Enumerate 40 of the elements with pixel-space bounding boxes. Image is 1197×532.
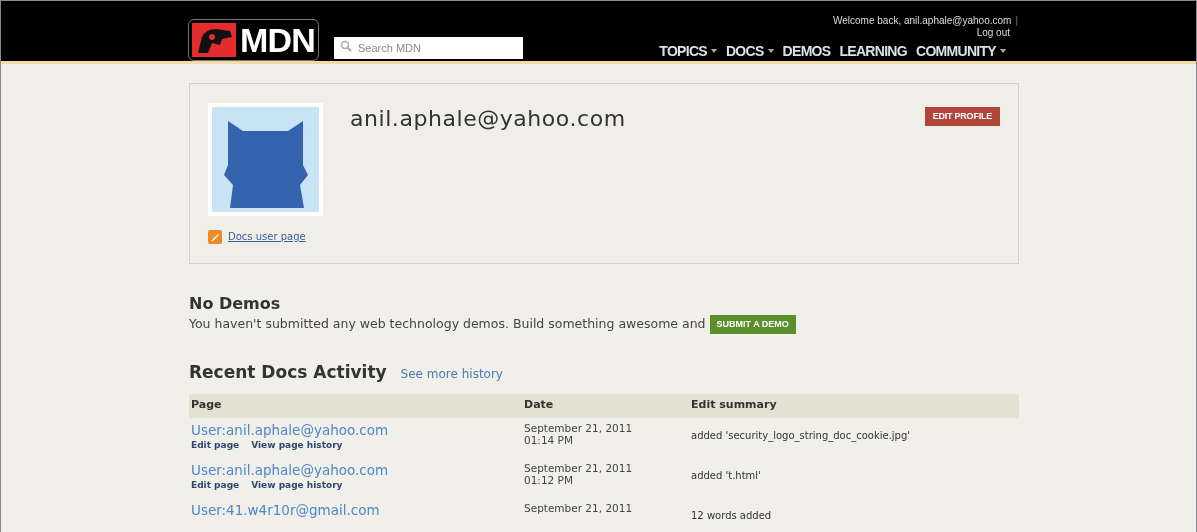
caret-icon <box>710 49 717 53</box>
date-text: 01:12 PM <box>524 473 573 486</box>
edit-summary-text: added 't.html' <box>691 469 761 481</box>
pencil-icon <box>208 229 222 244</box>
search-field[interactable]: Search MDN <box>334 37 523 59</box>
action-link[interactable]: Edit page <box>191 438 240 451</box>
edit-profile-button[interactable]: EDIT PROFILE <box>924 107 1000 126</box>
dinosaur-icon <box>192 23 236 57</box>
date-text: 01:14 PM <box>524 433 573 446</box>
column-header: Date <box>524 398 554 412</box>
action-link[interactable]: View page history <box>251 438 343 451</box>
logout-link[interactable]: Log out <box>976 27 1010 39</box>
docs-user-page-link[interactable]: Docs user page <box>228 229 306 244</box>
column-header: Edit summary <box>691 398 777 412</box>
edit-summary-text: added 'security_logo_string_doc_cookie.jpg' <box>691 429 911 441</box>
caret-icon <box>1000 49 1006 53</box>
nav-link[interactable]: TOPICS <box>659 43 717 59</box>
action-link[interactable]: View page history <box>251 478 343 491</box>
date-text: September 21, 2011 <box>524 501 633 514</box>
no-demos-text: You haven't submitted any web technology demos. Build something awesome and <box>189 315 706 334</box>
separator-text: | <box>1015 15 1018 27</box>
column-header: Page <box>191 398 222 412</box>
profile-name: anil.aphale@yahoo.com <box>350 105 626 133</box>
section-heading: Recent Docs Activity <box>189 361 387 384</box>
action-link[interactable]: Edit page <box>191 478 240 491</box>
search-icon <box>340 40 352 52</box>
nav-link[interactable]: DOCS <box>725 43 774 59</box>
caret-icon <box>767 49 774 53</box>
edit-summary-text: 12 words added <box>691 509 772 521</box>
mdn-logo[interactable]: MDN <box>188 19 319 61</box>
date-text: September 21, 2011 <box>524 421 633 434</box>
nav-link[interactable]: DEMOS <box>782 43 831 59</box>
date-text: September 21, 2011 <box>524 461 633 474</box>
nav-link[interactable]: COMMUNITY <box>915 43 1006 59</box>
see-more-history-link[interactable]: See more history <box>400 365 503 383</box>
submit-demo-button[interactable]: SUBMIT A DEMO <box>709 315 796 334</box>
nav-link[interactable]: LEARNING <box>839 43 907 59</box>
welcome-text: Welcome back, anil.aphale@yahoo.com <box>833 15 1012 27</box>
logo-text: MDN <box>240 23 315 57</box>
section-heading: No Demos <box>189 294 282 314</box>
